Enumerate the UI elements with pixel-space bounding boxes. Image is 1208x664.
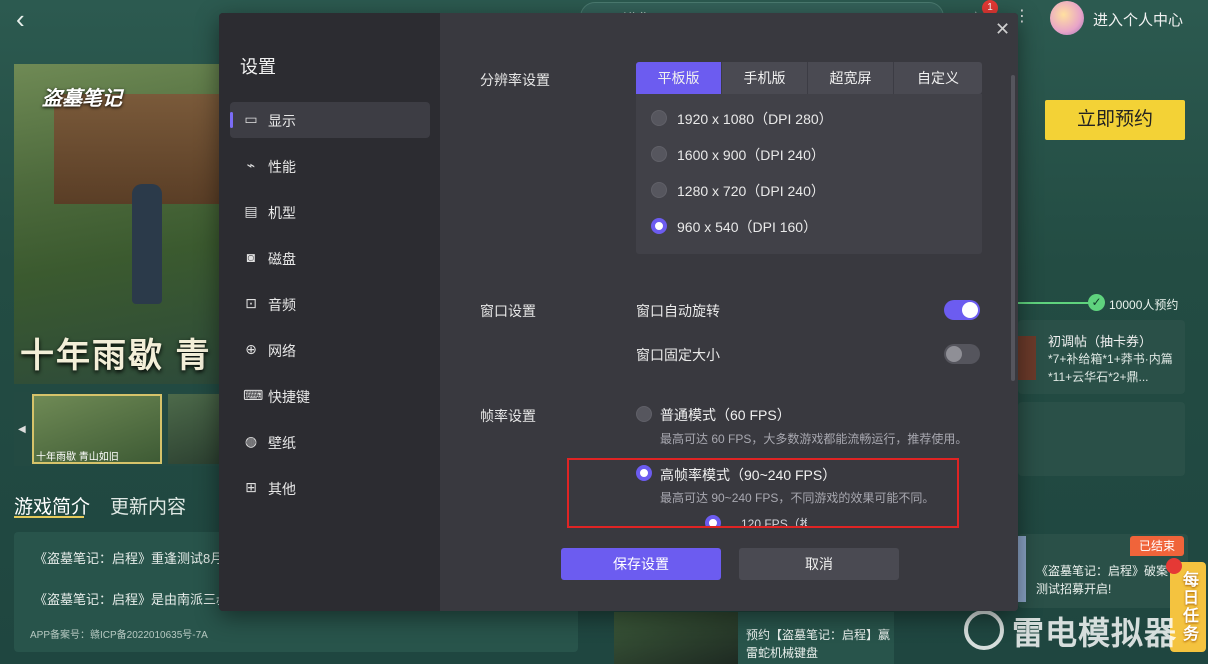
auto-rotate-label: 窗口自动旋转 bbox=[636, 303, 720, 319]
reserve-count: 10000人预约 bbox=[1109, 298, 1179, 312]
game-logo: 盗墓笔记 bbox=[42, 88, 122, 110]
sidebar-item-label: 音频 bbox=[268, 297, 296, 313]
settings-sidebar: 设置 ▭ 显示 ⌁ 性能 ▤ 机型 ◙ 磁盘 ⊡ 音频 ⊕ 网络 ⌨ 快捷键 ◍… bbox=[219, 13, 440, 611]
monitor-icon: ▭ bbox=[244, 111, 258, 127]
sidebar-item-label: 显示 bbox=[268, 113, 296, 129]
news-item[interactable]: 《盗墓笔记：启程》重逢测试8月1 bbox=[34, 548, 230, 567]
sidebar-item-other[interactable]: ⊞ 其他 bbox=[230, 470, 430, 506]
promo-text: 预约【盗墓笔记：启程】赢雷蛇机械键盘 bbox=[746, 628, 891, 660]
resolution-option-label: 1280 x 720（DPI 240） bbox=[677, 183, 825, 199]
watermark: 雷电模拟器 bbox=[1012, 615, 1178, 651]
thumbnail-caption: 十年雨歇 青山如旧 bbox=[36, 452, 119, 463]
auto-rotate-toggle[interactable] bbox=[944, 300, 980, 320]
watermark-logo-icon bbox=[964, 610, 1004, 650]
fixed-size-toggle[interactable] bbox=[944, 344, 980, 364]
tab-active-indicator bbox=[14, 516, 84, 518]
status-badge: 已结束 bbox=[1130, 536, 1184, 556]
sidebar-item-display[interactable]: ▭ 显示 bbox=[230, 102, 430, 138]
resolution-section-label: 分辨率设置 bbox=[480, 72, 550, 88]
tab-updates[interactable]: 更新内容 bbox=[110, 492, 186, 519]
reward-title: 初调帖（抽卡券） bbox=[1048, 334, 1153, 349]
sidebar-item-audio[interactable]: ⊡ 音频 bbox=[230, 286, 430, 322]
radio-resolution-960[interactable] bbox=[651, 218, 667, 234]
sidebar-item-performance[interactable]: ⌁ 性能 bbox=[230, 148, 430, 184]
alert-dot bbox=[1166, 558, 1182, 574]
event-text: 《盗墓笔记：启程》破案测试招募开启! bbox=[1036, 564, 1169, 596]
sidebar-item-network[interactable]: ⊕ 网络 bbox=[230, 332, 430, 368]
fixed-size-label: 窗口固定大小 bbox=[636, 347, 720, 363]
sidebar-item-label: 快捷键 bbox=[268, 389, 310, 405]
wallpaper-icon: ◍ bbox=[244, 433, 258, 449]
check-icon: ✓ bbox=[1088, 294, 1105, 311]
other-icon: ⊞ bbox=[245, 479, 257, 495]
news-item[interactable]: 《盗墓笔记：启程》是由南派三叔 bbox=[34, 589, 229, 608]
audio-icon: ⊡ bbox=[245, 295, 257, 311]
resolution-option-label: 1600 x 900（DPI 240） bbox=[677, 147, 825, 163]
resolution-options: 1920 x 1080（DPI 280） 1600 x 900（DPI 240）… bbox=[636, 94, 982, 254]
tab-phone[interactable]: 手机版 bbox=[722, 62, 808, 94]
dialog-title: 设置 bbox=[240, 57, 276, 77]
sidebar-item-label: 机型 bbox=[268, 205, 296, 221]
sidebar-item-label: 壁纸 bbox=[268, 435, 296, 451]
sidebar-item-label: 其他 bbox=[268, 481, 296, 497]
window-section-label: 窗口设置 bbox=[480, 303, 536, 319]
performance-icon: ⌁ bbox=[246, 157, 256, 173]
fps-section-label: 帧率设置 bbox=[480, 408, 536, 424]
device-model-icon: ▤ bbox=[244, 203, 258, 219]
reserve-button[interactable]: 立即预约 bbox=[1045, 100, 1185, 140]
resolution-option-label: 960 x 540（DPI 160） bbox=[677, 219, 818, 235]
avatar[interactable] bbox=[1050, 1, 1084, 35]
reward-image bbox=[1018, 336, 1036, 380]
radio-fps-normal[interactable] bbox=[636, 406, 652, 422]
reward-desc: *7+补给箱*1+莽书·内篇*11+云华石*2+鼎... bbox=[1048, 352, 1173, 384]
sidebar-item-label: 性能 bbox=[268, 159, 296, 175]
cancel-button[interactable]: 取消 bbox=[739, 548, 899, 580]
tab-intro[interactable]: 游戏简介 bbox=[14, 492, 90, 519]
content-scrollbar[interactable] bbox=[1011, 75, 1015, 381]
tab-custom[interactable]: 自定义 bbox=[894, 62, 982, 94]
network-icon: ⊕ bbox=[245, 341, 257, 357]
sidebar-item-label: 网络 bbox=[268, 343, 296, 359]
radio-resolution-1280[interactable] bbox=[651, 182, 667, 198]
fps-mode-title: 普通模式（60 FPS） bbox=[660, 407, 791, 423]
fps-mode-desc: 最高可达 60 FPS，大多数游戏都能流畅运行，推荐使用。 bbox=[660, 432, 968, 446]
disk-icon: ◙ bbox=[246, 249, 256, 265]
close-icon[interactable]: ✕ bbox=[995, 19, 1010, 40]
back-arrow-icon[interactable]: ‹ bbox=[16, 4, 25, 35]
dialog-footer bbox=[440, 526, 1018, 611]
reserve-progress bbox=[1018, 302, 1090, 304]
sidebar-item-device-model[interactable]: ▤ 机型 bbox=[230, 194, 430, 230]
promo-image bbox=[614, 612, 738, 664]
thumbnail-2[interactable] bbox=[168, 394, 224, 464]
resolution-tabs: 平板版 手机版 超宽屏 自定义 bbox=[636, 62, 982, 94]
thumbnail-prev-icon[interactable]: ◀ bbox=[18, 424, 26, 435]
save-button[interactable]: 保存设置 bbox=[561, 548, 721, 580]
event-image bbox=[1018, 536, 1026, 602]
resolution-option-label: 1920 x 1080（DPI 280） bbox=[677, 111, 833, 127]
sidebar-item-shortcuts[interactable]: ⌨ 快捷键 bbox=[230, 378, 430, 414]
tab-ultrawide[interactable]: 超宽屏 bbox=[808, 62, 894, 94]
reward-card[interactable] bbox=[1018, 402, 1185, 476]
radio-resolution-1600[interactable] bbox=[651, 146, 667, 162]
keyboard-icon: ⌨ bbox=[243, 387, 264, 403]
radio-resolution-1920[interactable] bbox=[651, 110, 667, 126]
user-center-link[interactable]: 进入个人中心 bbox=[1093, 9, 1183, 30]
sidebar-item-label: 磁盘 bbox=[268, 251, 296, 267]
tab-tablet[interactable]: 平板版 bbox=[636, 62, 722, 94]
hero-title: 十年雨歇 青 bbox=[20, 337, 212, 375]
highlight-annotation bbox=[567, 458, 959, 528]
icp-record: APP备案号：赣ICP备2022010635号-7A bbox=[30, 630, 208, 641]
sidebar-item-disk[interactable]: ◙ 磁盘 bbox=[230, 240, 430, 276]
sidebar-item-wallpaper[interactable]: ◍ 壁纸 bbox=[230, 424, 430, 460]
